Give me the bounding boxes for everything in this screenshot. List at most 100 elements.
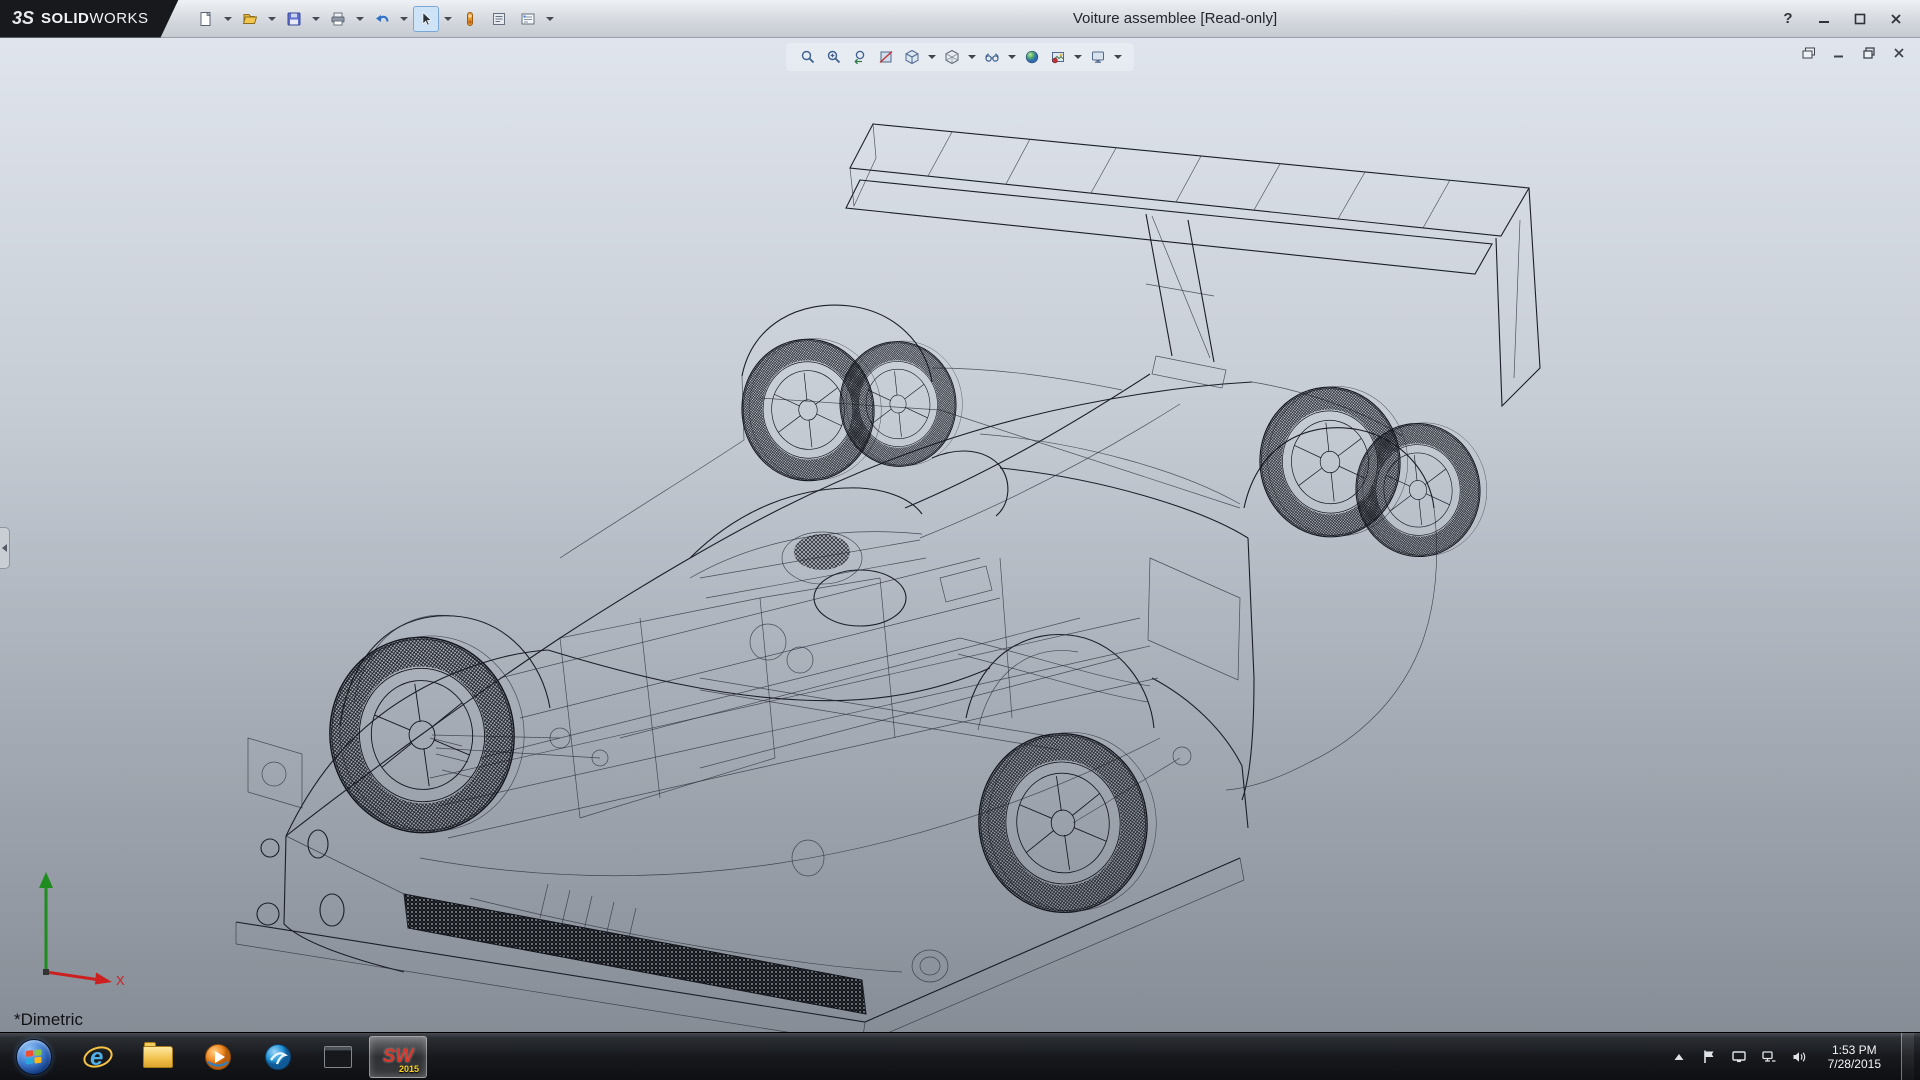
brand-solid: SOLID [41,10,89,27]
edit-appearance-button[interactable] [1020,45,1044,69]
restore-document-icon [1863,47,1875,59]
display-device-button[interactable] [1730,1049,1748,1065]
zoom-to-fit-button[interactable] [796,45,820,69]
print-icon [329,10,347,28]
minimize-button[interactable] [1814,9,1834,29]
document-window-controls [1798,44,1910,62]
show-hidden-icons-button[interactable] [1670,1049,1688,1065]
heads-up-view-toolbar [786,43,1134,71]
close-button[interactable] [1886,9,1906,29]
chevron-up-icon [1672,1051,1686,1063]
zoom-to-area-button[interactable] [822,45,846,69]
windows-orb-icon [16,1039,52,1075]
dropdown-arrow[interactable] [1074,55,1082,59]
dropdown-arrow[interactable] [356,17,364,21]
collapsed-panel-tab[interactable] [0,527,10,569]
select-tool-button[interactable] [413,6,439,32]
chassis-frame [420,558,1160,876]
monitor-icon [1731,1050,1747,1064]
cascade-windows-button[interactable] [1798,44,1820,62]
cockpit [690,451,1008,598]
dropdown-arrow[interactable] [968,55,976,59]
options-button[interactable] [515,6,541,32]
display-style-icon [944,49,960,65]
dropdown-arrow[interactable] [224,17,232,21]
standard-toolbar [179,6,556,32]
start-button[interactable] [0,1033,68,1080]
zoom-to-area-icon [826,49,842,65]
network-button[interactable] [1760,1049,1778,1065]
section-view-button[interactable] [874,45,898,69]
y-axis-arrow [39,872,53,888]
taskbar-item-solidworks[interactable]: SW 2015 [369,1036,427,1078]
windows-flag-icon [25,1049,43,1065]
dropdown-arrow[interactable] [1008,55,1016,59]
titlebar: 3S SOLIDWORKS [0,0,1920,38]
undo-icon [373,10,391,28]
taskbar-clock[interactable]: 1:53 PM 7/28/2015 [1820,1043,1889,1071]
taskbar-item-media-player[interactable] [189,1036,247,1078]
save-icon [285,10,303,28]
dropdown-arrow[interactable] [928,55,936,59]
section-view-icon [878,49,894,65]
x-axis-label: X [116,973,125,988]
undo-button[interactable] [369,6,395,32]
maximize-button[interactable] [1850,9,1870,29]
show-desktop-button[interactable] [1901,1033,1914,1080]
open-button[interactable] [237,6,263,32]
solidworks-window: 3S SOLIDWORKS [0,0,1920,1080]
close-document-button[interactable] [1888,44,1910,62]
clock-time: 1:53 PM [1828,1043,1881,1057]
close-icon [1890,13,1902,25]
system-tray: 1:53 PM 7/28/2015 [1670,1033,1920,1080]
dropdown-arrow[interactable] [312,17,320,21]
options-icon [519,10,537,28]
apply-scene-icon [1050,49,1066,65]
solidworks-logo: 3S SOLIDWORKS [0,0,179,38]
minimize-document-button[interactable] [1828,44,1850,62]
network-icon [1761,1050,1777,1064]
dropdown-arrow[interactable] [1114,55,1122,59]
hide-show-items-icon [984,49,1000,65]
window-title: Voiture assemblee [Read-only] [540,0,1810,38]
taskbar-item-console[interactable] [309,1036,367,1078]
engine-details [432,566,1191,823]
view-orientation-icon [904,49,920,65]
graphics-area[interactable]: X *Dimetric [0,38,1920,1032]
view-orientation-button[interactable] [900,45,924,69]
taskbar-item-internet-explorer[interactable]: e [69,1036,127,1078]
maximize-icon [1854,13,1866,25]
blue-app-icon [263,1042,293,1072]
new-document-button[interactable] [193,6,219,32]
rear-right-fender [1226,428,1437,790]
apply-scene-button[interactable] [1046,45,1070,69]
wheel-rear-right-outer [1253,379,1416,543]
minimize-icon [1818,13,1830,25]
save-button[interactable] [281,6,307,32]
select-cursor-icon [417,10,435,28]
wheel-rear-right-inner [1349,417,1493,563]
print-button[interactable] [325,6,351,32]
restore-document-button[interactable] [1858,44,1880,62]
action-center-button[interactable] [1700,1049,1718,1065]
taskbar: e [0,1032,1920,1080]
rebuild-button[interactable] [457,6,483,32]
dropdown-arrow[interactable] [444,17,452,21]
view-settings-icon [1090,49,1106,65]
chevron-left-icon [2,544,7,552]
wheel-rear-left [967,721,1167,923]
open-icon [241,10,259,28]
dropdown-arrow[interactable] [400,17,408,21]
rebuild-icon [461,10,479,28]
hide-show-items-button[interactable] [980,45,1004,69]
view-settings-button[interactable] [1086,45,1110,69]
file-properties-button[interactable] [486,6,512,32]
taskbar-item-blue-app[interactable] [249,1036,307,1078]
previous-view-button[interactable] [848,45,872,69]
taskbar-item-windows-explorer[interactable] [129,1036,187,1078]
display-style-button[interactable] [940,45,964,69]
volume-button[interactable] [1790,1049,1808,1065]
dropdown-arrow[interactable] [268,17,276,21]
new-document-icon [197,10,215,28]
wireframe-model [0,38,1920,1032]
